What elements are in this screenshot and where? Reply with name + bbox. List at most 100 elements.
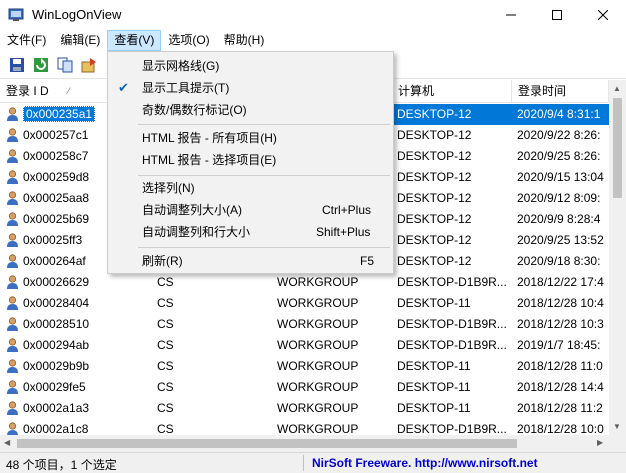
logon-id-text: 0x00028404 (23, 296, 90, 310)
logon-id-text: 0x0002a1a3 (23, 401, 90, 415)
cell-computer: DESKTOP-12 (392, 104, 512, 125)
menu-item-label: 奇数/偶数行标记(O) (142, 103, 247, 117)
cell-domain: CS (157, 296, 174, 310)
cell-computer: DESKTOP-12 (397, 149, 472, 163)
minimize-button[interactable] (488, 0, 534, 30)
copy-icon[interactable] (56, 56, 74, 74)
cell-logon-time: 2020/9/22 8:26: (517, 128, 601, 142)
cell-logon-time: 2020/9/12 8:09: (517, 191, 601, 205)
cell-logon-id: 0x000294ab (0, 335, 152, 356)
app-icon (8, 8, 24, 21)
user-icon (7, 380, 18, 394)
menu-item-label: 选择列(N) (142, 181, 195, 195)
cell-computer: DESKTOP-12 (397, 254, 472, 268)
scroll-left-icon[interactable]: ◀ (4, 438, 10, 447)
cell-workgroup: WORKGROUP (277, 380, 359, 394)
menu-item-shortcut: Shift+Plus (316, 225, 371, 239)
checkmark-icon: ✔ (118, 80, 129, 95)
table-row[interactable]: 0x00028404 CS WORKGROUP DESKTOP-11 2018/12/2… (0, 293, 609, 314)
save-icon[interactable] (8, 56, 26, 74)
vertical-scrollbar[interactable]: ▲ ▼ (609, 80, 626, 435)
user-icon (7, 359, 18, 373)
table-row[interactable]: 0x0002a1c8 CS WORKGROUP DESKTOP-D1B9R... 201… (0, 419, 609, 435)
menu-separator (138, 247, 390, 248)
view-menu-refresh[interactable]: 刷新(R) F5 (110, 250, 391, 272)
menu-options[interactable]: 选项(O) (161, 30, 216, 51)
table-row[interactable]: 0x00029fe5 CS WORKGROUP DESKTOP-11 2018/12/2… (0, 377, 609, 398)
cell-logon-id: 0x00029fe5 (0, 377, 152, 398)
view-menu-show-grid-lines[interactable]: 显示网格线(G) (110, 55, 391, 77)
table-row[interactable]: 0x00028510 CS WORKGROUP DESKTOP-D1B9R... 201… (0, 314, 609, 335)
menu-edit[interactable]: 编辑(E) (53, 30, 107, 51)
menu-item-label: 显示工具提示(T) (142, 81, 230, 95)
menu-item-label: 自动调整列大小(A) (142, 203, 242, 217)
menu-bar: 文件(F) 编辑(E) 查看(V) 选项(O) 帮助(H) (0, 30, 626, 51)
table-row[interactable]: 0x0002a1a3 CS WORKGROUP DESKTOP-11 2018/12/2… (0, 398, 609, 419)
logon-id-text: 0x00026629 (23, 275, 90, 289)
cell-computer: DESKTOP-12 (397, 233, 472, 247)
refresh-icon[interactable] (32, 56, 50, 74)
horizontal-scroll-thumb[interactable] (17, 439, 517, 448)
user-icon (7, 275, 18, 289)
user-icon (7, 149, 18, 163)
cell-logon-time: 2018/12/28 11:2 (517, 401, 603, 415)
scroll-up-icon[interactable]: ▲ (613, 84, 621, 93)
table-row[interactable]: 0x00029b9b CS WORKGROUP DESKTOP-11 2018/12/2… (0, 356, 609, 377)
view-menu-dropdown: 显示网格线(G) ✔ 显示工具提示(T) 奇数/偶数行标记(O) HTML 报告… (107, 51, 394, 274)
minimize-icon (506, 14, 516, 16)
cell-logon-time: 2018/12/28 14:4 (517, 380, 604, 394)
menu-help[interactable]: 帮助(H) (217, 30, 272, 51)
view-menu-html-report-selected[interactable]: HTML 报告 - 选择项目(E) (110, 149, 391, 171)
user-icon (7, 422, 18, 435)
properties-icon[interactable] (80, 56, 98, 74)
cell-computer: DESKTOP-11 (397, 401, 471, 415)
logon-id-text: 0x000257c1 (23, 128, 89, 142)
vertical-scroll-thumb[interactable] (613, 98, 622, 198)
table-row[interactable]: 0x000294ab CS WORKGROUP DESKTOP-D1B9R... 201… (0, 335, 609, 356)
logon-id-text: 0x000294ab (23, 338, 90, 352)
user-icon (7, 128, 18, 142)
logon-id-text: 0x0002a1c8 (23, 422, 89, 435)
close-button[interactable] (580, 0, 626, 30)
menu-view[interactable]: 查看(V) (107, 30, 162, 51)
horizontal-scrollbar[interactable]: ◀ ▶ (0, 435, 609, 452)
logon-id-text: 0x000259d8 (23, 170, 90, 184)
column-header-logon-time[interactable]: 登录时间 (512, 80, 609, 103)
status-nirsoft-link[interactable]: NirSoft Freeware. http://www.nirsoft.net (312, 456, 538, 470)
status-bar: 48 个项目，1 个选定 NirSoft Freeware. http://ww… (0, 452, 626, 473)
view-menu-html-report-all[interactable]: HTML 报告 - 所有项目(H) (110, 127, 391, 149)
cell-logon-time: 2019/1/7 18:45: (517, 338, 601, 352)
logon-id-text: 0x00029b9b (23, 359, 90, 373)
view-menu-auto-size-columns-headers[interactable]: 自动调整列和行大小 Shift+Plus (110, 221, 391, 243)
menu-item-label: 自动调整列和行大小 (142, 225, 251, 239)
cell-domain: CS (157, 275, 174, 289)
cell-computer: DESKTOP-D1B9R... (397, 275, 507, 289)
cell-computer: DESKTOP-12 (397, 212, 472, 226)
logon-id-text: 0x000264af (23, 254, 86, 268)
cell-domain: CS (157, 359, 174, 373)
view-menu-choose-columns[interactable]: 选择列(N) (110, 177, 391, 199)
title-bar: WinLogOnView (0, 0, 626, 30)
logon-id-text: 0x00028510 (23, 317, 90, 331)
cell-domain: CS (157, 422, 174, 435)
user-icon (7, 170, 18, 184)
menu-item-shortcut: Ctrl+Plus (322, 203, 372, 217)
menu-item-label: 刷新(R) (142, 254, 183, 268)
scroll-right-icon[interactable]: ▶ (597, 438, 603, 447)
cell-computer: DESKTOP-11 (397, 296, 471, 310)
cell-domain: CS (157, 380, 174, 394)
column-header-computer[interactable]: 计算机 (392, 80, 512, 103)
menu-separator (138, 175, 390, 176)
cell-computer: DESKTOP-D1B9R... (397, 422, 507, 435)
table-row[interactable]: 0x00026629 CS WORKGROUP DESKTOP-D1B9R... 201… (0, 272, 609, 293)
maximize-button[interactable] (534, 0, 580, 30)
logon-id-text: 0x00025b69 (23, 212, 90, 226)
scroll-down-icon[interactable]: ▼ (613, 422, 621, 431)
maximize-icon (552, 10, 562, 20)
menu-file[interactable]: 文件(F) (0, 30, 53, 51)
view-menu-odd-even-rows[interactable]: 奇数/偶数行标记(O) (110, 99, 391, 121)
view-menu-auto-size-columns[interactable]: 自动调整列大小(A) Ctrl+Plus (110, 199, 391, 221)
cell-domain: CS (157, 401, 174, 415)
cell-workgroup: WORKGROUP (277, 275, 359, 289)
view-menu-show-tooltips[interactable]: ✔ 显示工具提示(T) (110, 77, 391, 99)
